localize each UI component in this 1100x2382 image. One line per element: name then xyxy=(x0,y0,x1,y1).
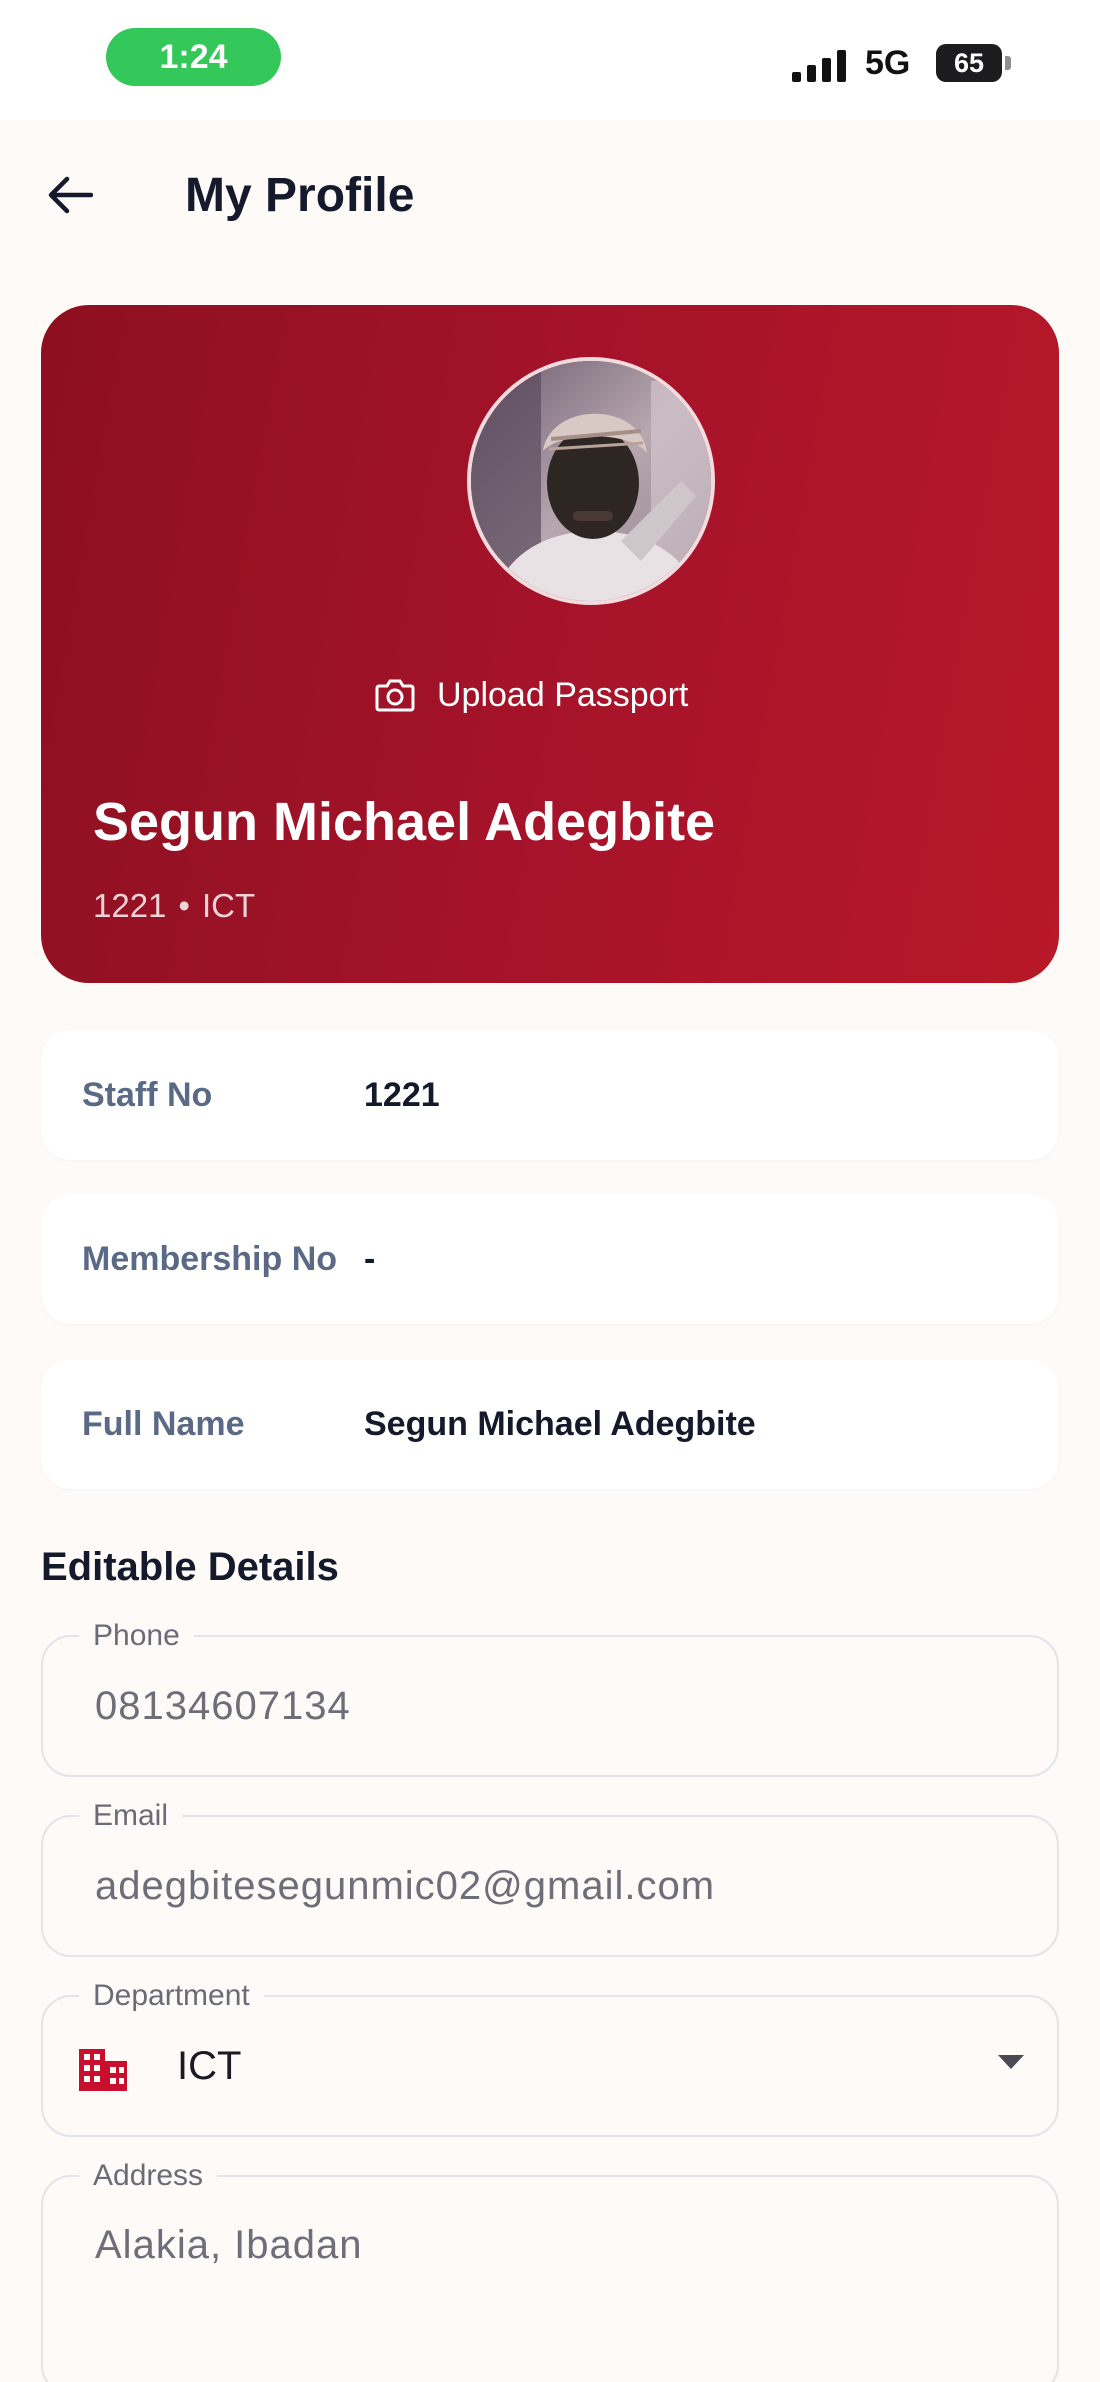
upload-passport-button[interactable]: Upload Passport xyxy=(375,665,688,725)
address-value: Alakia, Ibadan xyxy=(95,2223,363,2267)
profile-name: Segun Michael Adegbite xyxy=(93,792,716,852)
info-value: Segun Michael Adegbite xyxy=(364,1404,756,1443)
arrow-left-icon xyxy=(48,176,93,214)
profile-staff-no: 1221 xyxy=(93,887,167,924)
email-value: adegbitesegunmic02@gmail.com xyxy=(95,1863,716,1908)
back-button[interactable] xyxy=(40,165,100,225)
info-label: Full Name xyxy=(82,1404,245,1443)
department-value: ICT xyxy=(177,2043,242,2088)
profile-department: ICT xyxy=(201,887,256,924)
battery-cap xyxy=(1005,56,1011,70)
phone-field[interactable]: Phone 08134607134 xyxy=(41,1617,1059,1777)
address-field[interactable]: Address Alakia, Ibadan xyxy=(41,2157,1059,2382)
network-label: 5G xyxy=(865,44,911,82)
status-bar: 1:24 5G 65 xyxy=(0,0,1100,120)
avatar[interactable] xyxy=(467,357,715,605)
info-value: - xyxy=(364,1239,376,1278)
info-row-staff-no: Staff No 1221 xyxy=(41,1030,1059,1160)
app-header: My Profile xyxy=(0,120,1100,270)
battery-icon: 65 xyxy=(936,44,1002,82)
camera-icon xyxy=(375,679,415,712)
info-value: 1221 xyxy=(364,1075,440,1114)
page-title: My Profile xyxy=(185,169,415,222)
address-label: Address xyxy=(79,2157,218,2195)
profile-card: Upload Passport Segun Michael Adegbite 1… xyxy=(41,305,1059,983)
profile-photo xyxy=(471,361,711,601)
profile-subtitle: 1221 • ICT xyxy=(93,887,255,925)
email-field[interactable]: Email adegbitesegunmic02@gmail.com xyxy=(41,1797,1059,1957)
building-icon xyxy=(79,2049,127,2091)
phone-value: 08134607134 xyxy=(95,1683,351,1728)
info-label: Staff No xyxy=(82,1075,213,1114)
chevron-down-icon xyxy=(998,2055,1024,2069)
info-label: Membership No xyxy=(82,1239,338,1278)
info-row-membership-no: Membership No - xyxy=(41,1194,1059,1324)
signal-icon xyxy=(792,50,846,82)
upload-passport-label: Upload Passport xyxy=(437,675,689,714)
department-select[interactable]: Department ICT xyxy=(41,1977,1059,2137)
section-title-editable: Editable Details xyxy=(41,1545,339,1589)
status-time: 1:24 xyxy=(106,28,281,86)
profile-separator: • xyxy=(178,887,190,924)
info-row-full-name: Full Name Segun Michael Adegbite xyxy=(41,1359,1059,1489)
